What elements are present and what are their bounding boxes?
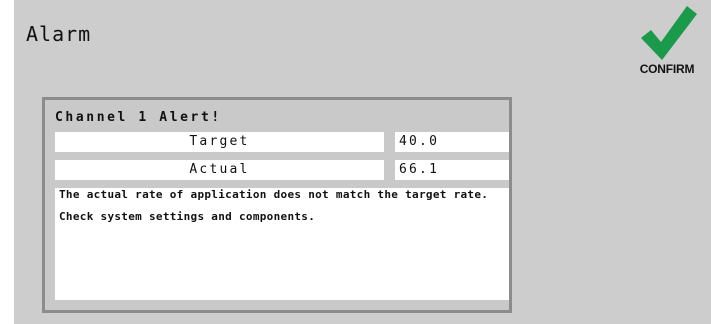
alert-heading: Channel 1 Alert! [55,110,222,125]
page-title: Alarm [26,22,92,46]
actual-value: 66.1 [395,160,509,180]
alert-panel: Channel 1 Alert! Target 40.0 Actual 66.1… [42,97,512,313]
actual-label: Actual [55,160,384,180]
confirm-button[interactable]: CONFIRM [631,4,703,84]
alarm-screen: Alarm CONFIRM Channel 1 Alert! Target 40… [14,0,711,324]
target-value: 40.0 [395,132,509,152]
checkmark-icon [641,6,697,60]
alert-message: The actual rate of application does not … [55,188,509,300]
target-label: Target [55,132,384,152]
confirm-label: CONFIRM [639,62,695,76]
